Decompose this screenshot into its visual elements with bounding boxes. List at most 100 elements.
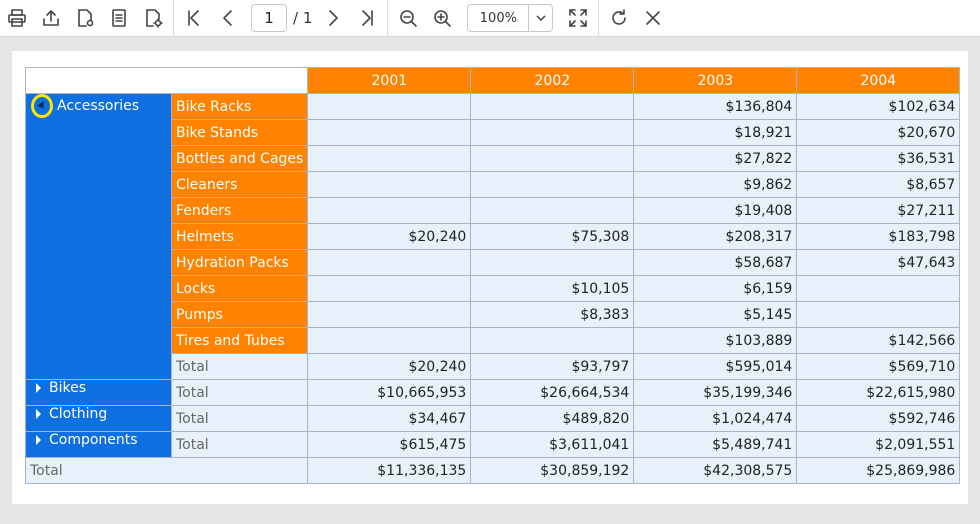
- subcategory-cell: Cleaners: [170, 171, 309, 198]
- chevron-right-icon: [329, 10, 339, 26]
- report-toolbar: / 1 100%: [0, 0, 980, 37]
- subcategory-cell: Locks: [170, 275, 309, 302]
- value-cell: [307, 327, 472, 354]
- value-cell: $136,804: [633, 93, 798, 120]
- category-clothing: Clothing: [25, 405, 172, 432]
- export-icon: [43, 10, 59, 26]
- subtotal-label: Total: [170, 431, 309, 458]
- zoom-dropdown-toggle[interactable]: [528, 5, 552, 31]
- subcategory-cell: Bottles and Cages: [170, 145, 309, 172]
- value-cell: $615,475: [307, 431, 472, 458]
- zoom-in-button[interactable]: [425, 0, 459, 37]
- document-settings-icon: [146, 9, 163, 28]
- page-total-label: / 1: [293, 9, 313, 27]
- zoom-out-icon: [400, 10, 418, 27]
- value-cell: $569,710: [796, 353, 961, 380]
- expand-toggle-icon[interactable]: [36, 383, 41, 393]
- stop-button[interactable]: [636, 0, 670, 37]
- refresh-button[interactable]: [602, 0, 636, 37]
- value-cell: $75,308: [470, 223, 635, 250]
- value-cell: $489,820: [470, 405, 635, 432]
- year-header: 2003: [633, 67, 798, 94]
- current-page-input[interactable]: [251, 4, 287, 32]
- value-cell: [307, 197, 472, 224]
- value-cell: [796, 301, 961, 328]
- value-cell: $103,889: [633, 327, 798, 354]
- collapse-toggle[interactable]: [31, 94, 53, 118]
- parameters-button[interactable]: [136, 0, 170, 37]
- subcategory-cell: Bike Stands: [170, 119, 309, 146]
- zoom-in-icon: [434, 10, 452, 27]
- value-cell: $5,145: [633, 301, 798, 328]
- value-cell: $35,199,346: [633, 379, 798, 406]
- corner-cell: [24, 67, 309, 94]
- subcategory-cell: Tires and Tubes: [170, 327, 309, 354]
- value-cell: $10,665,953: [307, 379, 472, 406]
- value-cell: $3,611,041: [470, 431, 635, 458]
- value-cell: $8,383: [470, 301, 635, 328]
- value-cell: [796, 275, 961, 302]
- value-cell: $42,308,575: [633, 457, 798, 484]
- next-page-button[interactable]: [316, 0, 350, 37]
- value-cell: $142,566: [796, 327, 961, 354]
- toolbar-separator: [598, 0, 600, 37]
- value-cell: $8,657: [796, 171, 961, 198]
- expand-toggle-icon[interactable]: [36, 409, 41, 419]
- toolbar-separator: [387, 0, 389, 37]
- category-label: Components: [49, 432, 138, 449]
- subtotal-label: Total: [170, 379, 309, 406]
- value-cell: [307, 301, 472, 328]
- value-cell: $2,091,551: [796, 431, 961, 458]
- value-cell: $102,634: [796, 93, 961, 120]
- chevron-left-icon: [223, 10, 232, 26]
- value-cell: $10,105: [470, 275, 635, 302]
- export-button[interactable]: [34, 0, 68, 37]
- last-page-button[interactable]: [350, 0, 384, 37]
- fit-to-page-icon: [569, 9, 588, 27]
- value-cell: [307, 249, 472, 276]
- toolbar-separator: [173, 0, 174, 37]
- zoom-out-button[interactable]: [391, 0, 425, 37]
- value-cell: [470, 145, 635, 172]
- value-cell: $592,746: [796, 405, 961, 432]
- subtotal-label: Total: [170, 353, 309, 380]
- previous-page-button[interactable]: [211, 0, 245, 37]
- expand-toggle-icon[interactable]: [36, 435, 41, 445]
- print-button[interactable]: [0, 0, 34, 37]
- document-icon: [112, 9, 126, 27]
- value-cell: [307, 171, 472, 198]
- value-cell: $30,859,192: [470, 457, 635, 484]
- category-label: Clothing: [49, 406, 108, 423]
- category-accessories: Accessories: [25, 93, 172, 380]
- caret-down-icon: [37, 101, 47, 111]
- page-setup-button[interactable]: [68, 0, 102, 37]
- value-cell: $18,921: [633, 119, 798, 146]
- value-cell: $11,336,135: [307, 457, 472, 484]
- print-icon: [8, 9, 26, 27]
- document-map-button[interactable]: [102, 0, 136, 37]
- first-page-icon: [188, 10, 199, 26]
- page-settings-icon: [78, 9, 94, 27]
- refresh-icon: [612, 9, 627, 25]
- value-cell: $19,408: [633, 197, 798, 224]
- year-header-row: 2001 2002 2003 2004: [24, 67, 961, 94]
- table-row: Components Total $615,475 $3,611,041 $5,…: [25, 431, 961, 458]
- value-cell: $20,670: [796, 119, 961, 146]
- value-cell: $47,643: [796, 249, 961, 276]
- table-row: Clothing Total $34,467 $489,820 $1,024,4…: [25, 405, 961, 432]
- chevron-down-icon: [536, 15, 546, 22]
- value-cell: $183,798: [796, 223, 961, 250]
- zoom-dropdown[interactable]: 100%: [467, 4, 554, 32]
- table-row: Accessories Bike Racks $136,804 $102,634: [25, 93, 961, 380]
- value-cell: [470, 249, 635, 276]
- value-cell: $595,014: [633, 353, 798, 380]
- first-page-button[interactable]: [177, 0, 211, 37]
- value-cell: $1,024,474: [633, 405, 798, 432]
- zoom-value: 100%: [479, 10, 517, 26]
- pivot-table: 2001 2002 2003 2004 Accessories Bike Rac…: [24, 67, 961, 484]
- value-cell: $26,664,534: [470, 379, 635, 406]
- fit-page-button[interactable]: [561, 0, 595, 37]
- value-cell: $22,615,980: [796, 379, 961, 406]
- value-cell: $9,862: [633, 171, 798, 198]
- value-cell: [307, 119, 472, 146]
